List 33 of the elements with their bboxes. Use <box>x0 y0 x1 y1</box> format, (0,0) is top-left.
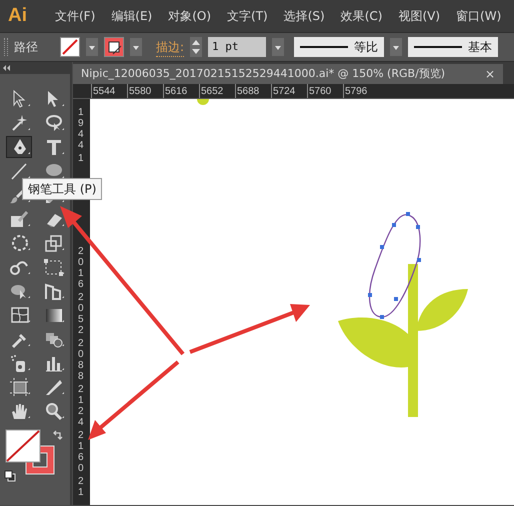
app-logo: Ai <box>8 4 27 28</box>
menu-item[interactable]: 选择(S) <box>284 7 325 25</box>
menu-item[interactable]: 文字(T) <box>227 7 268 25</box>
ruler-label: 5580 <box>127 84 163 98</box>
ruler-label: 5688 <box>235 84 271 98</box>
ruler-label: 21 <box>78 476 85 498</box>
menu-item[interactable]: 编辑(E) <box>111 7 152 25</box>
ruler-label: 1944 <box>78 107 85 151</box>
selection-label: 路径 <box>14 39 38 56</box>
menu-item[interactable]: 效果(C) <box>340 7 382 25</box>
brush-dropdown[interactable]: 基本 <box>408 37 498 57</box>
ruler-label: 5616 <box>163 84 199 98</box>
ruler-label: 2088 <box>78 338 85 382</box>
stroke-weight-field[interactable]: 1 pt <box>208 37 266 57</box>
ruler-label: 5544 <box>91 84 127 98</box>
close-button[interactable]: × <box>484 65 495 83</box>
tooltip: 钢笔工具 (P) <box>22 178 102 200</box>
ruler-label: 2052 <box>78 292 85 336</box>
ruler-label: 2160 <box>78 430 85 474</box>
document-title: Nipic_12006035_20170215152529441000.ai* @ 150% (RGB/预览) <box>81 66 446 82</box>
ruler-label: 2016 <box>78 246 85 290</box>
menu-item[interactable]: 对象(O) <box>168 7 212 25</box>
document-tab[interactable]: Nipic_12006035_20170215152529441000.ai* @ 150% (RGB/预览) × <box>73 64 503 84</box>
ruler-label: 5760 <box>307 84 343 98</box>
ruler-label: 5796 <box>343 84 379 98</box>
menu-item[interactable]: 文件(F) <box>55 7 96 25</box>
ruler-label: 1 <box>78 153 85 164</box>
ruler-label: 5652 <box>199 84 235 98</box>
ruler-label: 5724 <box>271 84 307 98</box>
ruler-label: 2124 <box>78 384 85 428</box>
profile-dropdown[interactable]: 等比 <box>294 37 384 57</box>
menu-item[interactable]: 窗口(W) <box>456 7 502 25</box>
menu-item[interactable]: 视图(V) <box>398 7 440 25</box>
